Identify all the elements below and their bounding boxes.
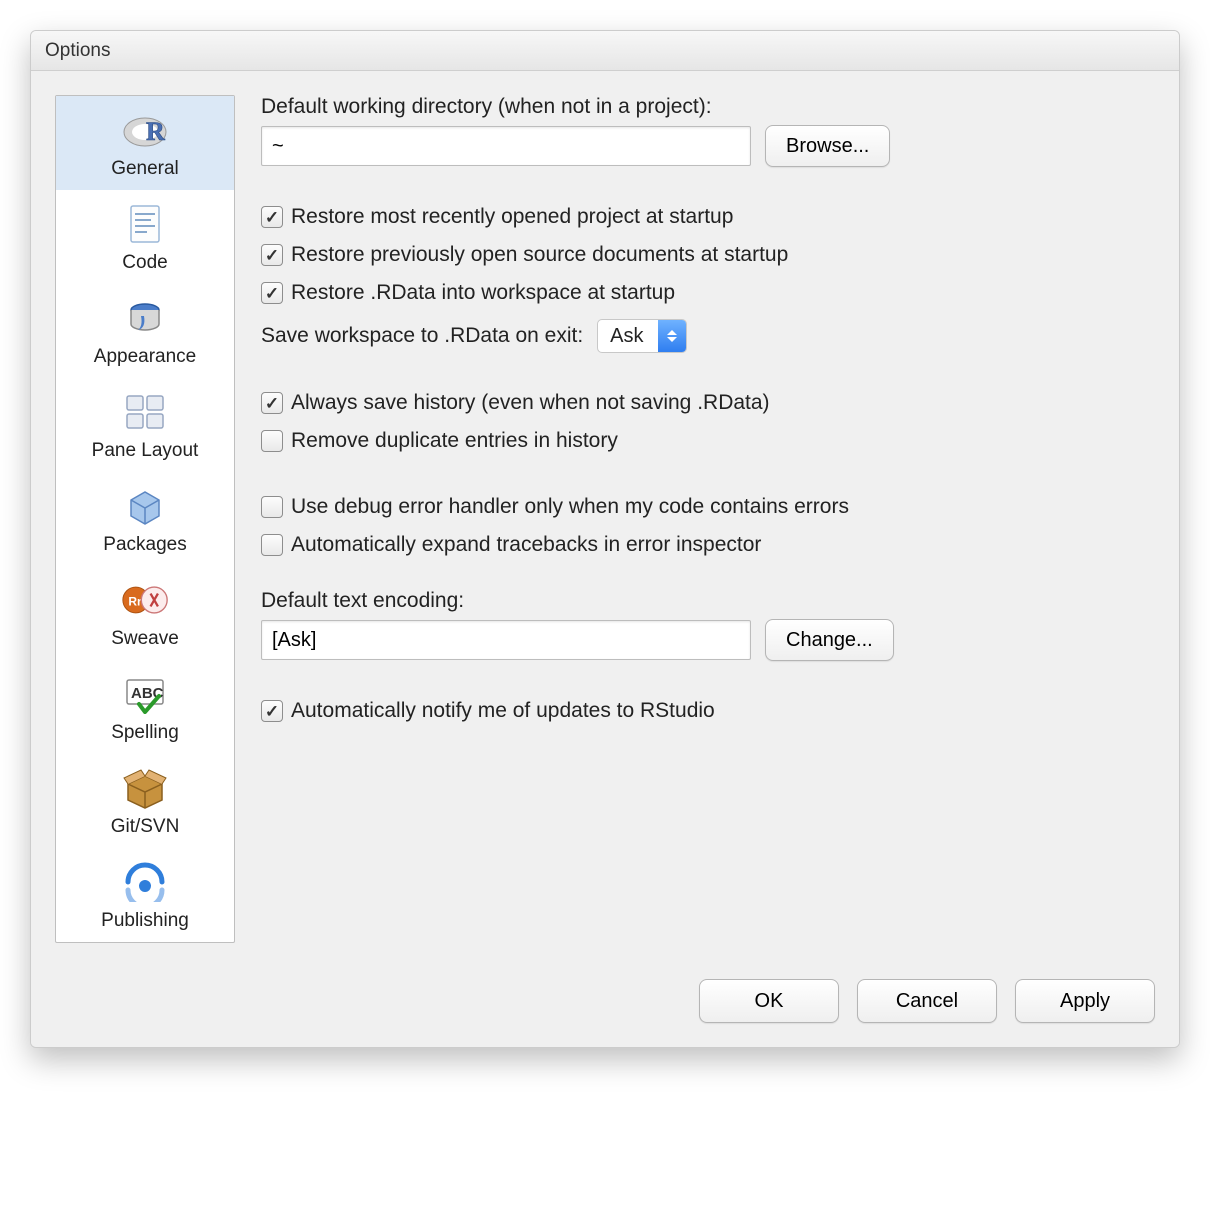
checkbox-label: Restore previously open source documents…	[291, 243, 788, 267]
general-pane: Default working directory (when not in a…	[261, 95, 1155, 943]
encoding-label: Default text encoding:	[261, 589, 1155, 613]
checkbox-icon	[261, 496, 283, 518]
sidebar-item-code[interactable]: Code	[56, 190, 234, 284]
workdir-label: Default working directory (when not in a…	[261, 95, 1155, 119]
checkbox-icon	[261, 206, 283, 228]
encoding-input[interactable]	[261, 620, 751, 660]
checkbox-label: Always save history (even when not savin…	[291, 391, 770, 415]
svg-text:R: R	[146, 117, 165, 146]
auto-notify-checkbox[interactable]: Automatically notify me of updates to RS…	[261, 699, 1155, 723]
sidebar-item-label: Appearance	[94, 346, 196, 368]
sidebar-item-sweave[interactable]: Rnw Sweave	[56, 566, 234, 660]
options-window: Options R General	[30, 30, 1180, 1048]
sidebar-item-label: Git/SVN	[111, 816, 180, 838]
sidebar-item-label: Code	[122, 252, 167, 274]
sidebar-item-spelling[interactable]: ABC Spelling	[56, 660, 234, 754]
ok-button[interactable]: OK	[699, 979, 839, 1023]
cancel-button[interactable]: Cancel	[857, 979, 997, 1023]
checkbox-icon	[261, 430, 283, 452]
checkbox-icon	[261, 700, 283, 722]
restore-docs-checkbox[interactable]: Restore previously open source documents…	[261, 243, 1155, 267]
checkbox-label: Restore .RData into workspace at startup	[291, 281, 675, 305]
checkbox-icon	[261, 392, 283, 414]
dialog-footer: OK Cancel Apply	[31, 967, 1179, 1047]
restore-project-checkbox[interactable]: Restore most recently opened project at …	[261, 205, 1155, 229]
debug-handler-checkbox[interactable]: Use debug error handler only when my cod…	[261, 495, 1155, 519]
browse-button[interactable]: Browse...	[765, 125, 890, 167]
code-file-icon	[121, 200, 169, 248]
spelling-icon: ABC	[121, 670, 169, 718]
sidebar: R General Code	[55, 95, 235, 943]
sidebar-item-label: Publishing	[101, 910, 189, 932]
remove-duplicates-checkbox[interactable]: Remove duplicate entries in history	[261, 429, 1155, 453]
checkbox-icon	[261, 282, 283, 304]
expand-tracebacks-checkbox[interactable]: Automatically expand tracebacks in error…	[261, 533, 1155, 557]
sidebar-item-git-svn[interactable]: Git/SVN	[56, 754, 234, 848]
sidebar-item-appearance[interactable]: Appearance	[56, 284, 234, 378]
change-button[interactable]: Change...	[765, 619, 894, 661]
restore-rdata-checkbox[interactable]: Restore .RData into workspace at startup	[261, 281, 1155, 305]
sidebar-item-label: Packages	[103, 534, 186, 556]
checkbox-label: Restore most recently opened project at …	[291, 205, 733, 229]
package-box-icon	[121, 482, 169, 530]
save-workspace-select[interactable]: Ask	[597, 319, 687, 353]
publishing-icon	[121, 858, 169, 906]
sidebar-item-general[interactable]: R General	[56, 96, 234, 190]
checkbox-label: Automatically expand tracebacks in error…	[291, 533, 761, 557]
checkbox-label: Use debug error handler only when my cod…	[291, 495, 849, 519]
dialog-body: R General Code	[31, 71, 1179, 967]
sidebar-item-pane-layout[interactable]: Pane Layout	[56, 378, 234, 472]
checkbox-label: Automatically notify me of updates to RS…	[291, 699, 715, 723]
cardboard-box-icon	[121, 764, 169, 812]
window-title: Options	[45, 40, 110, 62]
sidebar-item-label: Pane Layout	[92, 440, 199, 462]
sweave-icon: Rnw	[121, 576, 169, 624]
sidebar-item-publishing[interactable]: Publishing	[56, 848, 234, 942]
checkbox-label: Remove duplicate entries in history	[291, 429, 618, 453]
always-save-history-checkbox[interactable]: Always save history (even when not savin…	[261, 391, 1155, 415]
r-logo-icon: R	[121, 106, 169, 154]
sidebar-item-packages[interactable]: Packages	[56, 472, 234, 566]
paint-bucket-icon	[121, 294, 169, 342]
sidebar-item-label: Spelling	[111, 722, 179, 744]
svg-text:ABC: ABC	[131, 685, 164, 702]
titlebar: Options	[31, 31, 1179, 71]
pane-layout-icon	[121, 388, 169, 436]
apply-button[interactable]: Apply	[1015, 979, 1155, 1023]
save-workspace-label: Save workspace to .RData on exit:	[261, 324, 583, 348]
workdir-input[interactable]	[261, 126, 751, 166]
checkbox-icon	[261, 534, 283, 556]
select-value: Ask	[598, 325, 658, 348]
sidebar-item-label: General	[111, 158, 179, 180]
select-stepper-icon	[658, 320, 686, 352]
sidebar-item-label: Sweave	[111, 628, 179, 650]
checkbox-icon	[261, 244, 283, 266]
